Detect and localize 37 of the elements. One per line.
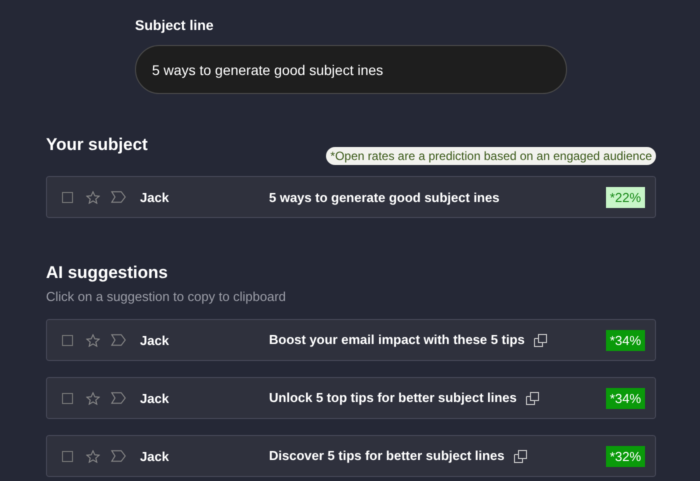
subject-text: Discover 5 tips for better subject lines	[269, 448, 505, 462]
checkbox[interactable]	[62, 192, 73, 202]
star-icon[interactable]	[86, 450, 100, 462]
star-icon[interactable]	[86, 392, 100, 404]
sender-name: Jack	[140, 332, 170, 348]
checkbox[interactable]	[62, 334, 73, 346]
star-icon[interactable]	[86, 334, 100, 346]
subject-text: 5 ways to generate good subject ines	[269, 190, 500, 204]
section-heading: Your subject	[46, 134, 148, 155]
sender-name: Jack	[140, 390, 170, 406]
subject-input-field[interactable]: 5 ways to generate good subject ines	[135, 45, 567, 94]
checkbox[interactable]	[62, 450, 73, 462]
email-row[interactable]: Jack Unlock 5 top tips for better subject lines *34%	[46, 377, 656, 419]
star-icon[interactable]	[86, 190, 100, 204]
section-hint: Click on a suggestion to copy to clipboard	[46, 289, 286, 304]
label-icon[interactable]	[111, 450, 126, 462]
label-icon[interactable]	[111, 191, 126, 203]
checkbox[interactable]	[62, 392, 73, 404]
copy-icon[interactable]	[526, 392, 539, 404]
open-rate-badge: *34%	[606, 388, 645, 408]
email-row[interactable]: Jack 5 ways to generate good subject ines *22%	[46, 176, 656, 218]
field-label: Subject line	[135, 17, 214, 33]
section-heading: AI suggestions	[46, 262, 168, 283]
open-rate-badge: *32%	[606, 446, 645, 466]
open-rate-badge: *22%	[606, 186, 645, 208]
email-row[interactable]: Jack Discover 5 tips for better subject lines *32%	[46, 435, 656, 477]
prediction-note: *Open rates are a prediction based on an engaged audience	[326, 147, 656, 165]
open-rate-badge: *34%	[606, 330, 645, 350]
subject-text: Unlock 5 top tips for better subject lines	[269, 390, 517, 404]
sender-name: Jack	[140, 190, 170, 204]
copy-icon[interactable]	[514, 450, 527, 462]
copy-icon[interactable]	[534, 334, 547, 346]
label-icon[interactable]	[111, 392, 126, 404]
label-icon[interactable]	[111, 334, 126, 346]
sender-name: Jack	[140, 448, 170, 464]
subject-text: Boost your email impact with these 5 tips	[269, 332, 525, 346]
email-row[interactable]: Jack Boost your email impact with these 5 tips *34%	[46, 319, 656, 361]
